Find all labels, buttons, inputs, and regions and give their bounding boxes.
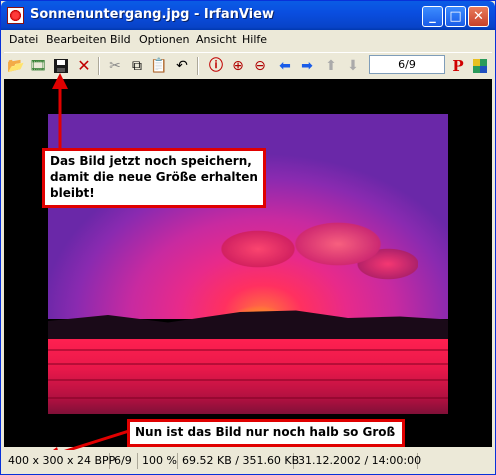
toolbar: 📂 🎞 ✕ ✂ ⧉ 📋 ↶ ⓘ ⊕ ⊖ ⬅ ➡ ⬆ ⬇ 6/9 P (4, 52, 492, 79)
water-ripple (48, 397, 448, 399)
status-zoom: 100 % (138, 453, 178, 469)
settings-icon[interactable] (470, 56, 490, 76)
close-button[interactable]: ✕ (468, 6, 489, 27)
toolbar-separator (197, 57, 199, 75)
photo-water (48, 339, 448, 414)
minimize-button[interactable]: _ (422, 6, 443, 27)
next-icon[interactable]: ➡ (297, 56, 317, 76)
open-icon[interactable]: 📂 (6, 56, 26, 76)
menu-datei[interactable]: Datei (9, 33, 38, 46)
toolbar-separator (98, 57, 100, 75)
delete-icon[interactable]: ✕ (74, 56, 94, 76)
window-title: Sonnenuntergang.jpg - IrfanView (30, 7, 274, 22)
irfanview-app-icon[interactable] (7, 7, 24, 24)
menu-hilfe[interactable]: Hilfe (242, 33, 267, 46)
status-bar: 400 x 300 x 24 BPP 6/9 100 % 69.52 KB / … (4, 450, 492, 473)
menu-ansicht[interactable]: Ansicht (196, 33, 237, 46)
save-callout: Das Bild jetzt noch speichern, damit die… (42, 148, 266, 208)
paste-icon[interactable]: 📋 (149, 56, 169, 76)
size-callout: Nun ist das Bild nur noch halb so Groß (127, 419, 405, 447)
paint-icon[interactable]: P (448, 56, 468, 76)
image-canvas[interactable]: Das Bild jetzt noch speichern, damit die… (4, 79, 492, 447)
up-icon[interactable]: ⬆ (321, 56, 341, 76)
menu-optionen[interactable]: Optionen (139, 33, 189, 46)
image-counter[interactable]: 6/9 (369, 55, 445, 74)
info-icon[interactable]: ⓘ (206, 56, 226, 76)
title-bar[interactable]: Sonnenuntergang.jpg - IrfanView _ □ ✕ (1, 1, 495, 30)
zoom-in-icon[interactable]: ⊕ (228, 56, 248, 76)
zoom-out-icon[interactable]: ⊖ (250, 56, 270, 76)
previous-icon[interactable]: ⬅ (275, 56, 295, 76)
save-callout-arrow (52, 73, 68, 149)
photo-clouds (198, 209, 418, 289)
menu-bearbeiten[interactable]: Bearbeiten (46, 33, 106, 46)
copy-icon[interactable]: ⧉ (127, 56, 147, 76)
status-filesize: 69.52 KB / 351.60 KB (178, 453, 299, 469)
menu-bar: Datei Bearbeiten Bild Optionen Ansicht H… (4, 30, 492, 50)
maximize-button[interactable]: □ (445, 6, 466, 27)
cut-icon[interactable]: ✂ (105, 56, 125, 76)
water-ripple (48, 379, 448, 381)
water-ripple (48, 363, 448, 365)
status-index: 6/9 (110, 453, 138, 469)
status-dimensions: 400 x 300 x 24 BPP (4, 453, 115, 469)
water-ripple (48, 349, 448, 351)
menu-bild[interactable]: Bild (110, 33, 131, 46)
status-date: 31.12.2002 / 14:00:00 (294, 453, 421, 469)
down-icon[interactable]: ⬇ (343, 56, 363, 76)
irfanview-window: Sonnenuntergang.jpg - IrfanView _ □ ✕ Da… (0, 0, 496, 475)
undo-icon[interactable]: ↶ (172, 56, 192, 76)
